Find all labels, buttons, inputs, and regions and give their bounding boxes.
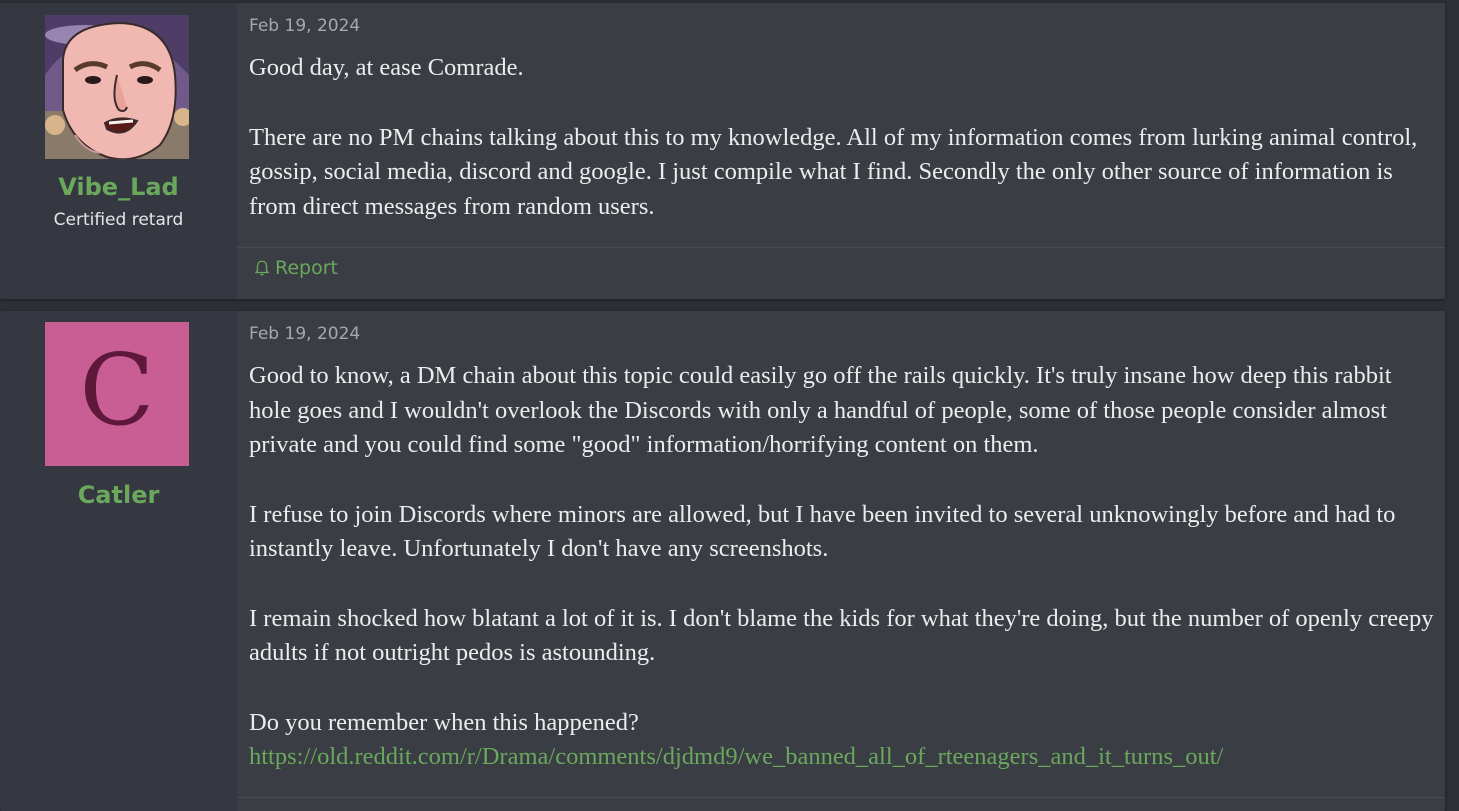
message-cell: Feb 19, 2024 Good to know, a DM chain ab…: [237, 311, 1445, 811]
user-panel: C Catler: [0, 311, 237, 811]
avatar[interactable]: [45, 15, 192, 161]
reddit-link[interactable]: https://old.reddit.com/r/Drama/comments/…: [249, 743, 1223, 770]
divider: [237, 797, 1445, 798]
post: Vibe_Lad Certified retard Feb 19, 2024 G…: [0, 3, 1445, 299]
message-cell: Feb 19, 2024 Good day, at ease Comrade. …: [237, 3, 1445, 299]
user-panel: Vibe_Lad Certified retard: [0, 3, 237, 299]
avatar[interactable]: C: [45, 322, 189, 466]
username[interactable]: Catler: [0, 481, 237, 509]
message-body: Good day, at ease Comrade. There are no …: [249, 51, 1435, 224]
paragraph: Good day, at ease Comrade.: [249, 54, 524, 81]
message-body: Good to know, a DM chain about this topi…: [249, 359, 1435, 775]
paragraph: I refuse to join Discords where minors a…: [249, 500, 1396, 563]
avatar-letter: C: [79, 334, 155, 448]
post-date[interactable]: Feb 19, 2024: [249, 16, 360, 36]
bell-icon: [254, 260, 270, 276]
report-button[interactable]: Report: [253, 257, 338, 279]
divider: [237, 247, 1445, 248]
post: C Catler Feb 19, 2024 Good to know, a DM…: [0, 311, 1445, 811]
user-title: Certified retard: [53, 210, 184, 230]
paragraph: There are no PM chains talking about thi…: [249, 123, 1418, 220]
post-date[interactable]: Feb 19, 2024: [249, 324, 360, 344]
paragraph: Good to know, a DM chain about this topi…: [249, 362, 1392, 458]
report-label: Report: [275, 257, 338, 279]
cartoon-face-avatar-icon: [45, 15, 192, 161]
paragraph: I remain shocked how blatant a lot of it…: [249, 604, 1434, 667]
username[interactable]: Vibe_Lad: [0, 173, 237, 201]
paragraph: Do you remember when this happened?: [249, 708, 639, 736]
